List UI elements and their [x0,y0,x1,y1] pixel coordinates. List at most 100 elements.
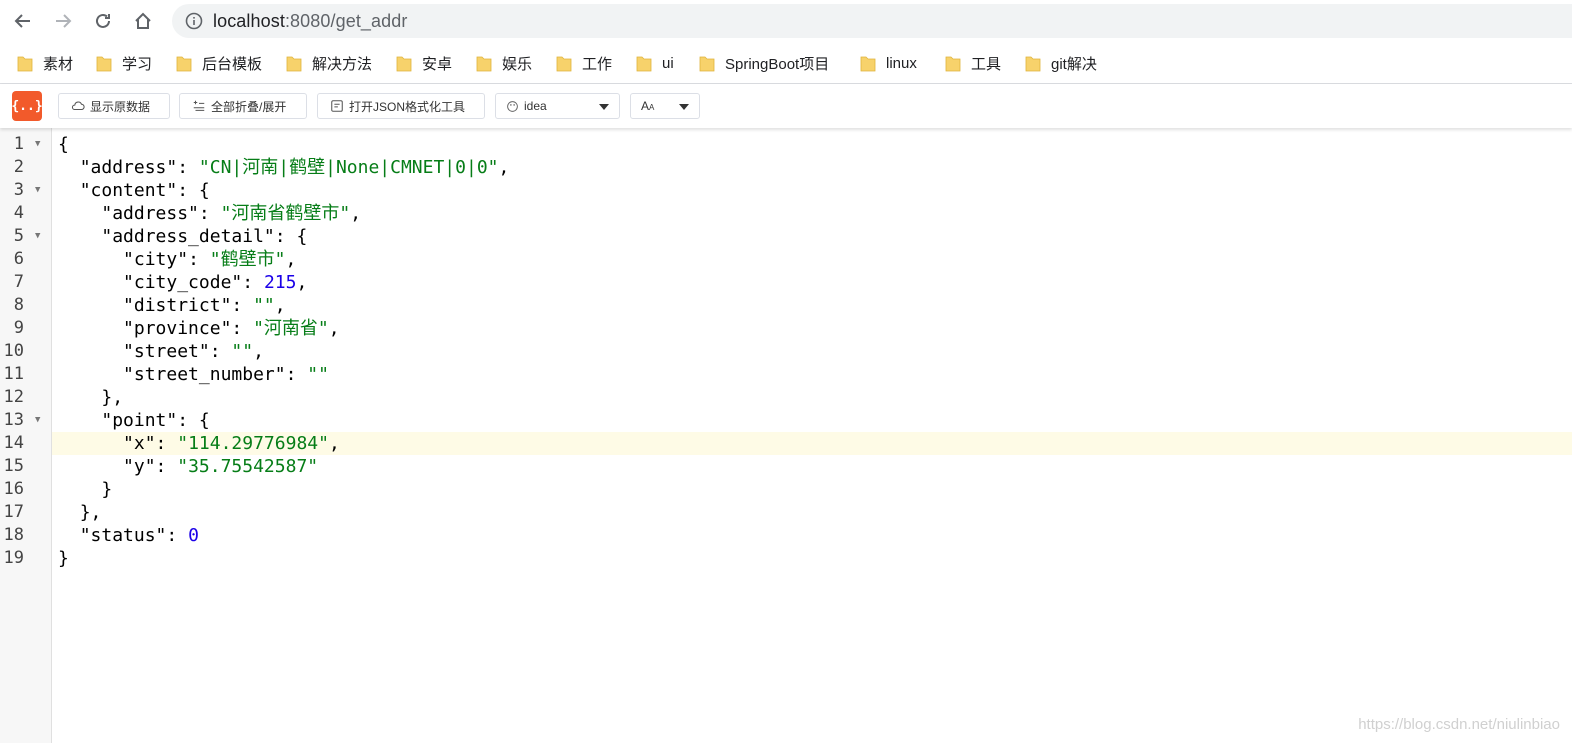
bookmark-label: SpringBoot项目 [725,55,830,73]
chevron-down-icon [599,104,609,110]
code-text: "street": "", [123,341,264,362]
palette-icon [507,100,518,112]
bookmark-label: 工具 [971,55,1002,73]
bookmark-item[interactable]: linux [860,52,917,74]
code-line: 14 "x": "114.29776984", [4,432,1572,455]
home-button[interactable] [129,7,157,35]
folder-icon [860,54,876,72]
fold-toggle-icon[interactable]: ▼ [35,225,40,248]
code-text: "address": "CN|河南|鹤壁|None|CMNET|0|0", [79,157,510,178]
folder-icon [945,54,961,72]
bookmark-item[interactable]: 学习 [96,52,152,74]
code-text: "city_code": 215, [123,272,308,293]
bookmark-item[interactable]: 后台模板 [176,52,262,74]
code-line: 6 "city": "鹤壁市", [14,248,1572,271]
open-format-tool-button[interactable]: 打开JSON格式化工具 [317,93,485,119]
code-text: "status": 0 [79,525,199,546]
bookmark-label: 解决方法 [312,55,373,73]
bookmark-item[interactable]: 工具 [945,52,1001,74]
forward-arrow-icon [56,14,72,28]
forward-button[interactable] [49,7,77,35]
code-text: "content": { [79,180,210,201]
bookmark-label: linux [886,54,917,72]
code-line: 9 "province": "河南省", [14,317,1572,340]
code-line: 2 "address": "CN|河南|鹤壁|None|CMNET|0|0", [14,156,1572,179]
browser-toolbar: localhost:8080/get_addr [0,0,1572,42]
code-text: "address": "河南省鹤壁市", [101,203,362,224]
bookmark-item[interactable]: 解决方法 [286,52,372,74]
code-text: }, [101,387,124,408]
code-text: "x": "114.29776984", [123,433,340,454]
folder-icon [96,54,112,72]
bookmark-label: 安卓 [422,55,453,73]
code-line: 10 "street": "", [4,340,1572,363]
address-bar[interactable]: localhost:8080/get_addr [172,4,1572,38]
bookmark-item[interactable]: ui [636,52,674,74]
bookmark-item[interactable]: 娱乐 [476,52,532,74]
watermark: https://blog.csdn.net/niulinbiao [1358,716,1560,733]
fold-toggle-icon[interactable]: ▼ [35,409,40,432]
back-button[interactable] [9,7,37,35]
line-number: 2 [13,157,24,177]
json-tool-icon [331,100,343,112]
folder-icon [556,54,572,72]
show-raw-button[interactable]: 显示原数据 [58,93,170,119]
fold-toggle-icon[interactable]: ▼ [35,179,40,202]
code-line: 17 }, [4,501,1572,524]
code-text: "address_detail": { [101,226,308,247]
code-text: "city": "鹤壁市", [123,249,297,270]
bookmark-label: 后台模板 [202,55,263,73]
show-raw-label: 显示原数据 [90,99,151,114]
code-line: 1 ▼ { [14,133,1572,156]
line-number: 10 [3,341,24,361]
bookmark-item[interactable]: git解决 [1025,52,1097,74]
code-text: "district": "", [123,295,286,316]
folder-icon [636,54,652,72]
line-number: 11 [3,364,24,384]
open-format-tool-label: 打开JSON格式化工具 [349,99,466,114]
code-text: "point": { [101,410,210,431]
cloud-icon [71,101,85,111]
code-line: 7 "city_code": 215, [14,271,1572,294]
bookmark-label: ui [662,54,674,72]
json-viewer-logo[interactable]: {..} [11,91,43,121]
code-text: }, [79,502,102,523]
bookmark-item[interactable]: SpringBoot项目 [699,52,829,74]
reload-icon [96,13,110,28]
info-icon[interactable] [185,12,203,30]
font-size-icon: AA [641,99,655,113]
line-number: 6 [13,249,24,269]
line-number: 18 [3,525,24,545]
bookmark-label: 娱乐 [502,55,533,73]
line-number: 4 [13,203,24,223]
bookmark-item[interactable]: 素材 [17,52,73,74]
code-line: 3 ▼ "content": { [14,179,1572,202]
fold-all-label: 全部折叠/展开 [211,99,287,114]
theme-select[interactable]: idea [495,93,620,119]
chevron-down-icon [679,104,689,110]
code-line: 16 } [4,478,1572,501]
theme-select-value: idea [524,99,547,113]
line-number: 7 [13,272,24,292]
fold-all-button[interactable]: 全部折叠/展开 [179,93,307,119]
code-text: { [58,134,69,155]
json-code-view[interactable]: 1 ▼ {2 "address": "CN|河南|鹤壁|None|CMNET|0|0… [4,133,1572,570]
bookmark-label: 素材 [43,55,74,73]
bookmark-item[interactable]: 安卓 [396,52,452,74]
bookmark-label: 工作 [582,55,613,73]
fold-toggle-icon[interactable]: ▼ [35,133,40,156]
folder-icon [396,54,412,72]
url-path: :8080/get_addr [284,11,408,31]
code-text: } [58,548,69,569]
folder-icon [1025,54,1041,72]
fold-icon [193,100,205,111]
line-number: 15 [3,456,24,476]
line-number: 1 [13,134,24,154]
bookmark-item[interactable]: 工作 [556,52,612,74]
line-number: 13 [3,410,24,430]
reload-button[interactable] [89,7,117,35]
folder-icon [17,54,33,72]
font-size-select[interactable]: AA [630,93,700,119]
code-line: 12 }, [4,386,1572,409]
folder-icon [476,54,492,72]
